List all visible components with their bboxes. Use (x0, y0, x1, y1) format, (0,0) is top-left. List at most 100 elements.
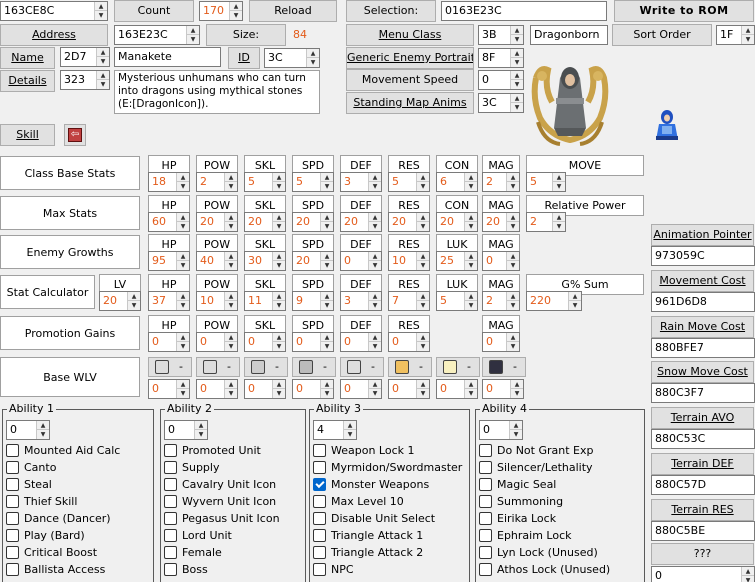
portrait-spinner[interactable]: ▲ ▼ (510, 49, 523, 67)
calc-stat-6-spinner[interactable]: ▲ ▼ (464, 292, 477, 310)
ability-1-checkbox-1[interactable]: Canto (6, 459, 56, 475)
max-stat-0-spinner[interactable]: ▲ ▼ (176, 213, 189, 231)
max-stat-7-input[interactable]: 20 ▲ ▼ (482, 212, 520, 232)
ability-3-checkbox-5[interactable]: Triangle Attack 1 (313, 527, 423, 543)
ability-3-checkbox-1[interactable]: Myrmidon/Swordmaster (313, 459, 462, 475)
ability-4-checkbox-4[interactable]: Eirika Lock (479, 510, 556, 526)
base-stat-2-input[interactable]: 5 ▲ ▼ (244, 172, 286, 192)
promo-stat-0-input[interactable]: 0 ▲ ▼ (148, 332, 190, 352)
ability-2-spinner[interactable]: ▲ ▼ (194, 421, 207, 439)
checkbox-box[interactable] (479, 528, 492, 542)
ability-4-spinner[interactable]: ▲ ▼ (509, 421, 522, 439)
growth-stat-0-input[interactable]: 95 ▲ ▼ (148, 251, 190, 271)
wlv-rank-button-7[interactable]: - (482, 357, 526, 377)
max-stat-4-input[interactable]: 20 ▲ ▼ (340, 212, 382, 232)
growth-stat-6-spinner[interactable]: ▲ ▼ (464, 252, 477, 270)
side-pointer-button-7[interactable]: ??? (651, 543, 754, 565)
checkbox-box[interactable] (6, 443, 19, 457)
side-pointer-button-3[interactable]: Snow Move Cost (651, 361, 754, 383)
max-stat-6-spinner[interactable]: ▲ ▼ (464, 213, 477, 231)
checkbox-box[interactable] (313, 477, 326, 491)
calc-stat-7-input[interactable]: 2 ▲ ▼ (482, 291, 520, 311)
max-stat-1-spinner[interactable]: ▲ ▼ (224, 213, 237, 231)
promo-stat-4-input[interactable]: 0 ▲ ▼ (340, 332, 382, 352)
growth-stat-2-input[interactable]: 30 ▲ ▼ (244, 251, 286, 271)
base-stat-5-input[interactable]: 5 ▲ ▼ (388, 172, 430, 192)
checkbox-box[interactable] (164, 528, 177, 542)
selection-input[interactable]: 0163E23C (441, 1, 607, 21)
checkbox-box[interactable] (479, 494, 492, 508)
growth-stat-1-input[interactable]: 40 ▲ ▼ (196, 251, 238, 271)
base-stat-5-spinner[interactable]: ▲ ▼ (416, 173, 429, 191)
growth-stat-5-input[interactable]: 10 ▲ ▼ (388, 251, 430, 271)
checkbox-box[interactable] (479, 460, 492, 474)
wlv-6-input[interactable]: 0 ▲ ▼ (436, 379, 478, 399)
base-stat-7-spinner[interactable]: ▲ ▼ (506, 173, 519, 191)
wlv-5-spinner[interactable]: ▲ ▼ (416, 380, 429, 398)
max-stat-0-input[interactable]: 60 ▲ ▼ (148, 212, 190, 232)
wlv-5-input[interactable]: 0 ▲ ▼ (388, 379, 430, 399)
id-input[interactable]: 3C ▲ ▼ (264, 48, 320, 68)
checkbox-box[interactable] (6, 477, 19, 491)
calc-stat-0-input[interactable]: 37 ▲ ▼ (148, 291, 190, 311)
ability-2-checkbox-6[interactable]: Female (164, 544, 222, 560)
id-spinner[interactable]: ▲ ▼ (306, 49, 319, 67)
wlv-0-input[interactable]: 0 ▲ ▼ (148, 379, 190, 399)
base-stat-3-input[interactable]: 5 ▲ ▼ (292, 172, 334, 192)
sort-order-spinner[interactable]: ▲ ▼ (741, 26, 754, 44)
sort-order-input[interactable]: 1F ▲ ▼ (716, 25, 755, 45)
ability-2-checkbox-4[interactable]: Pegasus Unit Icon (164, 510, 280, 526)
max-stat-2-spinner[interactable]: ▲ ▼ (272, 213, 285, 231)
max-stat-8-spinner[interactable]: ▲ ▼ (552, 213, 565, 231)
checkbox-box[interactable] (164, 477, 177, 491)
max-stat-3-input[interactable]: 20 ▲ ▼ (292, 212, 334, 232)
checkbox-box[interactable] (313, 460, 326, 474)
base-stat-2-spinner[interactable]: ▲ ▼ (272, 173, 285, 191)
side-pointer-button-6[interactable]: Terrain RES (651, 499, 754, 521)
max-stat-6-input[interactable]: 20 ▲ ▼ (436, 212, 478, 232)
checkbox-box[interactable] (479, 562, 492, 576)
details-button[interactable]: Details (0, 70, 55, 92)
promo-stat-0-spinner[interactable]: ▲ ▼ (176, 333, 189, 351)
promo-stat-3-spinner[interactable]: ▲ ▼ (320, 333, 333, 351)
checkbox-box[interactable] (479, 477, 492, 491)
wlv-2-spinner[interactable]: ▲ ▼ (272, 380, 285, 398)
checkbox-box[interactable] (479, 443, 492, 457)
portrait-input[interactable]: 8F ▲ ▼ (478, 48, 524, 68)
wlv-3-spinner[interactable]: ▲ ▼ (320, 380, 333, 398)
checkbox-box[interactable] (164, 494, 177, 508)
ability-1-checkbox-5[interactable]: Play (Bard) (6, 527, 85, 543)
max-stat-7-spinner[interactable]: ▲ ▼ (506, 213, 519, 231)
ability-1-checkbox-0[interactable]: Mounted Aid Calc (6, 442, 120, 458)
growth-stat-7-spinner[interactable]: ▲ ▼ (506, 252, 519, 270)
growth-stat-0-spinner[interactable]: ▲ ▼ (176, 252, 189, 270)
standing-map-anims-button[interactable]: Standing Map Anims (346, 92, 474, 114)
ability-3-checkbox-4[interactable]: Disable Unit Select (313, 510, 435, 526)
promo-stat-1-spinner[interactable]: ▲ ▼ (224, 333, 237, 351)
ability-2-checkbox-2[interactable]: Cavalry Unit Icon (164, 476, 276, 492)
count-button[interactable]: Count (114, 0, 194, 22)
max-stat-3-spinner[interactable]: ▲ ▼ (320, 213, 333, 231)
details-id-input[interactable]: 323 ▲ ▼ (60, 70, 110, 90)
base-stat-8-spinner[interactable]: ▲ ▼ (552, 173, 565, 191)
count-input[interactable]: 170 ▲ ▼ (199, 1, 243, 21)
skill-button[interactable]: Skill (0, 124, 55, 146)
name-id-input[interactable]: 2D7 ▲ ▼ (60, 47, 110, 67)
calc-stat-6-input[interactable]: 5 ▲ ▼ (436, 291, 478, 311)
wlv-3-input[interactable]: 0 ▲ ▼ (292, 379, 334, 399)
base-stat-8-input[interactable]: 5 ▲ ▼ (526, 172, 566, 192)
max-stat-2-input[interactable]: 20 ▲ ▼ (244, 212, 286, 232)
promo-stat-3-input[interactable]: 0 ▲ ▼ (292, 332, 334, 352)
base-stat-1-spinner[interactable]: ▲ ▼ (224, 173, 237, 191)
movement-speed-spinner[interactable]: ▲ ▼ (510, 71, 523, 89)
count-spinner[interactable]: ▲ ▼ (229, 2, 242, 20)
calc-stat-4-input[interactable]: 3 ▲ ▼ (340, 291, 382, 311)
checkbox-box[interactable] (164, 460, 177, 474)
growth-stat-4-input[interactable]: 0 ▲ ▼ (340, 251, 382, 271)
growth-stat-4-spinner[interactable]: ▲ ▼ (368, 252, 381, 270)
menu-class-input[interactable]: 3B ▲ ▼ (478, 25, 524, 45)
base-stat-7-input[interactable]: 2 ▲ ▼ (482, 172, 520, 192)
address-spinner[interactable]: ▲ ▼ (186, 26, 199, 44)
side-pointer-7-spinner[interactable]: ▲ ▼ (741, 567, 754, 582)
side-pointer-7-input[interactable]: 0 ▲ ▼ (651, 566, 755, 582)
